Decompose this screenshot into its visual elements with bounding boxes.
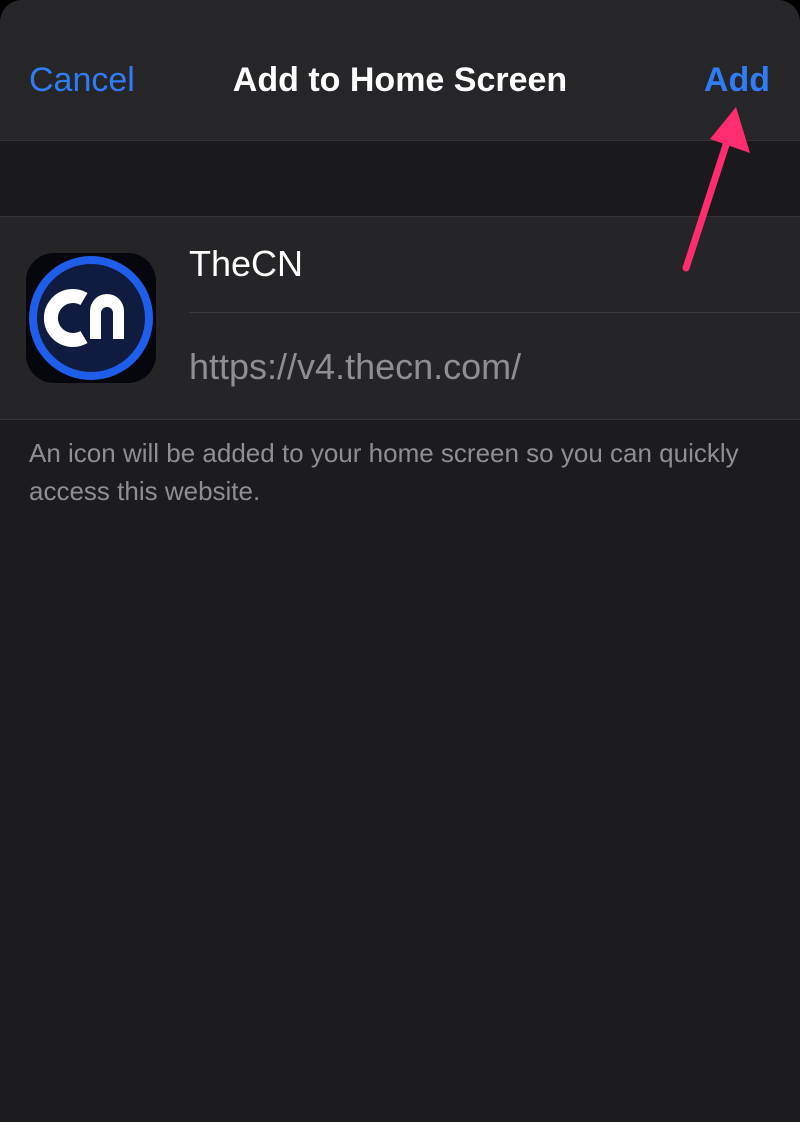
screen: Cancel Add to Home Screen Add TheCN http… [0, 0, 800, 1122]
cancel-button[interactable]: Cancel [29, 56, 135, 104]
bookmark-details-group: TheCN https://v4.thecn.com/ [0, 216, 800, 420]
thecn-logo-icon [26, 253, 156, 383]
section-spacer [0, 141, 800, 216]
thecn-logo-graphic [29, 256, 153, 380]
add-button[interactable]: Add [704, 56, 770, 104]
field-divider [189, 312, 800, 313]
add-to-home-screen-sheet: Cancel Add to Home Screen Add TheCN http… [0, 0, 800, 1122]
navigation-bar: Cancel Add to Home Screen Add [0, 0, 800, 141]
url-label: https://v4.thecn.com/ [189, 346, 522, 387]
footnote-text: An icon will be added to your home scree… [29, 438, 739, 506]
name-input[interactable]: TheCN [189, 239, 769, 289]
